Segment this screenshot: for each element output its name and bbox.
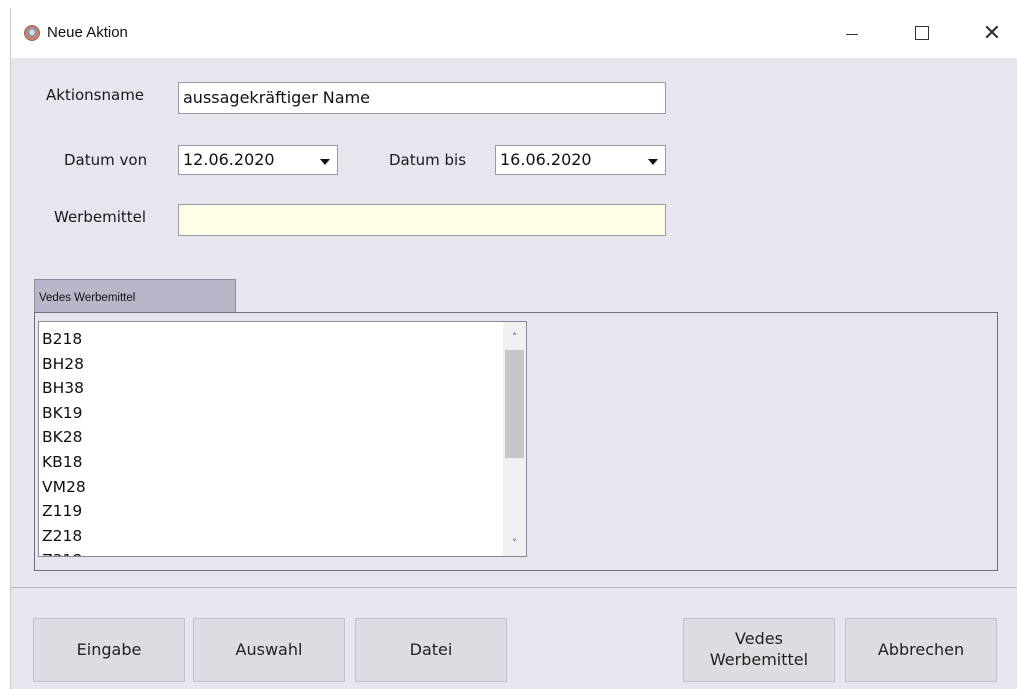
datum-von-label: Datum von [64,151,148,169]
werbemittel-input[interactable] [178,204,666,236]
close-icon: ✕ [982,20,1002,46]
minimize-button[interactable] [829,8,875,58]
aktionsname-label: Aktionsname [46,86,145,104]
vedes-werbemittel-line2: Werbemittel [709,650,809,669]
werbemittel-label: Werbemittel [54,208,147,226]
list-items: B218 BH28 BH38 BK19 BK28 KB18 VM28 Z119 … [42,327,86,556]
scroll-up-icon[interactable]: ˄ [503,326,526,348]
eingabe-button[interactable]: Eingabe [33,618,185,682]
vedes-werbemittel-line1: Vedes [735,629,783,649]
list-item[interactable]: B218 [42,327,86,352]
list-item[interactable]: Z218 [42,524,86,549]
close-button[interactable]: ✕ [969,8,1015,58]
datum-bis-label: Datum bis [389,151,467,169]
datum-von-select[interactable]: 12.06.2020 [178,145,338,175]
datum-von-value: 12.06.2020 [183,150,275,169]
list-item[interactable]: KB18 [42,450,86,475]
scroll-thumb[interactable] [505,350,524,458]
app-icon [24,25,40,41]
maximize-icon [915,26,929,40]
list-scrollbar[interactable]: ˄ ˅ [503,322,526,556]
scroll-down-icon[interactable]: ˅ [503,532,526,554]
chevron-down-icon[interactable] [643,148,663,172]
list-item[interactable]: BK19 [42,401,86,426]
datum-bis-select[interactable]: 16.06.2020 [495,145,666,175]
abbrechen-button[interactable]: Abbrechen [845,618,997,682]
aktionsname-input[interactable]: aussagekräftiger Name [178,82,666,114]
auswahl-button[interactable]: Auswahl [193,618,345,682]
tab-vedes-werbemittel[interactable]: Vedes Werbemittel [34,279,236,313]
maximize-button[interactable] [899,8,945,58]
datum-bis-value: 16.06.2020 [500,150,592,169]
minimize-icon [846,33,858,35]
datei-button[interactable]: Datei [355,618,507,682]
list-item[interactable]: BH28 [42,352,86,377]
divider [11,587,1017,588]
list-item[interactable]: BK28 [42,425,86,450]
chevron-down-icon[interactable] [315,148,335,172]
list-item[interactable]: BH38 [42,376,86,401]
werbemittel-listbox[interactable]: B218 BH28 BH38 BK19 BK28 KB18 VM28 Z119 … [38,321,527,557]
dialog-window: Neue Aktion ✕ Aktionsname aussagekräftig… [10,8,1017,689]
title-bar[interactable]: Neue Aktion ✕ [11,8,1017,58]
window-title: Neue Aktion [47,24,128,41]
list-item[interactable]: VM28 [42,475,86,500]
list-item[interactable]: Z119 [42,499,86,524]
list-item[interactable]: Z318 [42,548,86,556]
vedes-werbemittel-button[interactable]: Vedes Werbemittel [683,618,835,682]
